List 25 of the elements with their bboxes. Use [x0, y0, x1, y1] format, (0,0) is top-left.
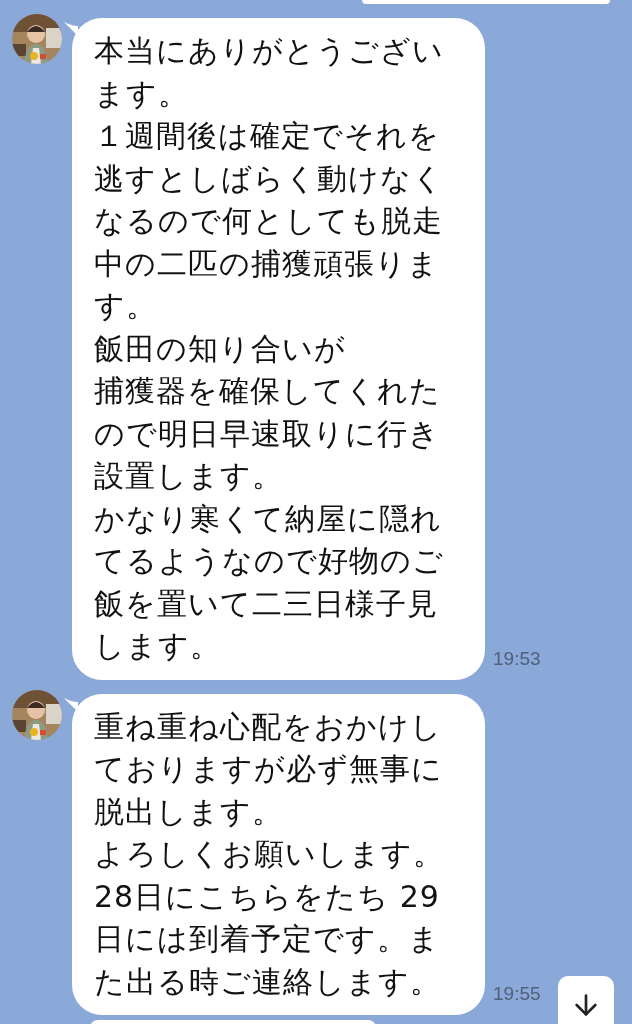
message-line: なるので何としても脱走	[94, 202, 444, 240]
message-line: 重ね重ね心配をおかけし	[94, 707, 443, 746]
message-line: す。	[94, 287, 158, 325]
message-line: 飯を置いて二三日様子見	[94, 584, 439, 623]
message-line: ます。	[94, 74, 190, 113]
scroll-down-button[interactable]	[558, 976, 614, 1024]
message-line: します。	[94, 627, 222, 665]
message-line: 逃すとしばらく動けなく	[94, 159, 445, 198]
message-line: てるようなので好物のご	[94, 542, 445, 580]
message-line: 捕獲器を確保してくれた	[94, 372, 442, 410]
message-line: ので明日早速取りに行き	[94, 414, 441, 453]
message-line: た出る時ご連絡します。	[94, 962, 442, 1001]
message-line: 中の二匹の捕獲頑張りま	[94, 244, 440, 283]
message-line: １週間後は確定でそれを	[94, 117, 441, 155]
message-line: 本当にありがとうござい	[94, 32, 445, 70]
message-line: 28日にこちらをたち 29	[94, 877, 441, 916]
message-line: 日には到着予定です。ま	[94, 920, 441, 958]
message-line: かなり寒くて納屋に隠れ	[94, 499, 443, 538]
message-line: 脱出します。	[94, 792, 284, 831]
message-line: ておりますが必ず無事に	[94, 750, 444, 788]
message-time: 19:55	[493, 983, 541, 1005]
message-time: 19:53	[493, 647, 541, 670]
message-line: 飯田の知り合いが	[94, 329, 347, 368]
message-line: よろしくお願いします。	[94, 835, 445, 873]
message-line: 設置します。	[94, 457, 284, 495]
